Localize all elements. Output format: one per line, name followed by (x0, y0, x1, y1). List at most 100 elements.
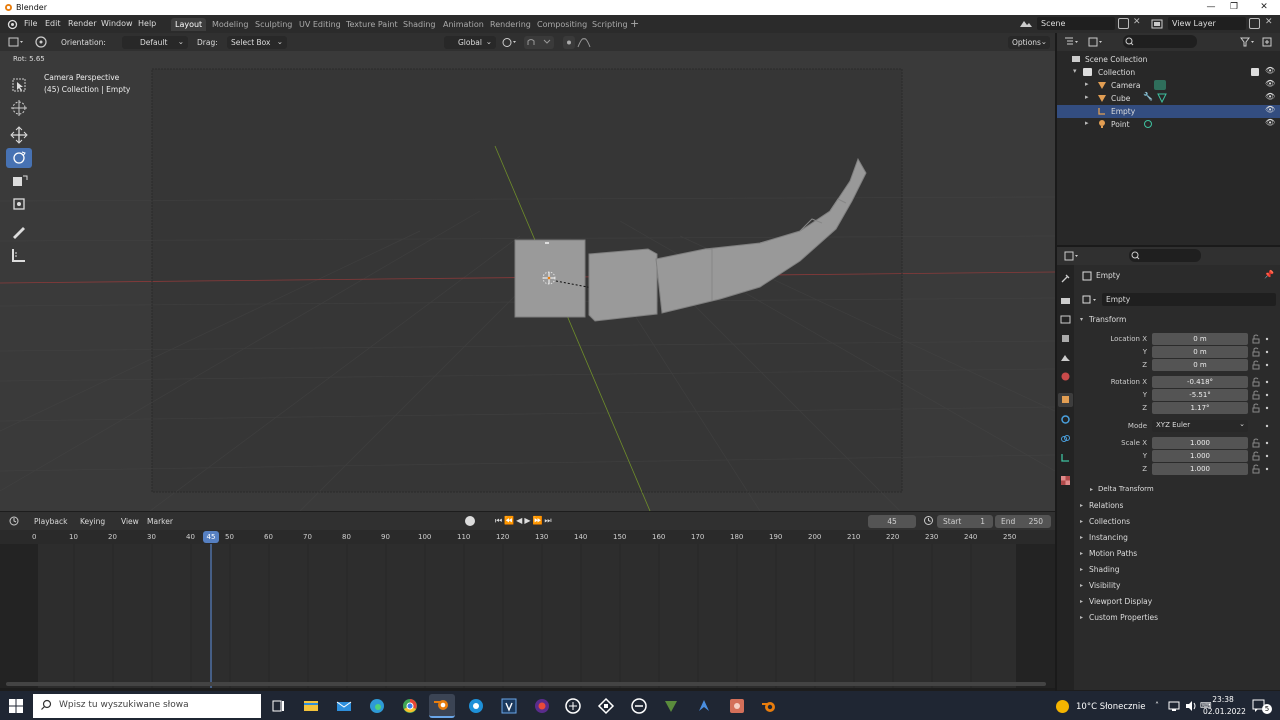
properties-editor-icon[interactable] (1063, 250, 1081, 262)
expand-arrow-icon[interactable]: ▸ (1085, 80, 1089, 88)
timeline-ruler[interactable]: 0 10 20 30 40 45 50 60 70 80 90 100 110 … (0, 530, 1055, 544)
tab-layout[interactable]: Layout (171, 18, 207, 31)
filter-icon[interactable] (1239, 36, 1255, 48)
close-button[interactable]: ✕ (1258, 2, 1270, 13)
transform-tool[interactable] (6, 194, 32, 214)
scene-selector[interactable]: Scene (1037, 17, 1115, 30)
visual-studio-icon[interactable] (500, 697, 518, 715)
expand-arrow-icon[interactable]: ▸ (1080, 550, 1083, 557)
modifier-wrench-icon[interactable]: 🔧 (1143, 92, 1153, 101)
transform-orientation-dropdown[interactable]: Global ⌄ (444, 36, 496, 49)
clock-icon[interactable] (923, 515, 934, 526)
orientation-dropdown[interactable]: Default ⌄ (122, 36, 188, 49)
texture-tab-icon[interactable] (1060, 475, 1071, 486)
new-collection-icon[interactable] (1261, 36, 1273, 48)
tab-sculpting[interactable]: Sculpting (251, 18, 296, 31)
rotation-mode-dropdown[interactable]: XYZ Euler ⌄ (1152, 420, 1248, 432)
render-tab-icon[interactable] (1060, 295, 1071, 306)
tab-rendering[interactable]: Rendering (486, 18, 535, 31)
record-button[interactable] (465, 516, 475, 526)
tab-uv-editing[interactable]: UV Editing (295, 18, 345, 31)
menu-file[interactable]: File (24, 19, 37, 28)
delta-transform-panel[interactable]: Delta Transform (1098, 485, 1154, 493)
menu-render[interactable]: Render (68, 19, 96, 28)
properties-search-input[interactable] (1129, 249, 1201, 262)
outliner-editor-icon[interactable] (1063, 36, 1081, 48)
viewport-display-panel[interactable]: Viewport Display (1089, 597, 1152, 606)
select-box-tool[interactable] (6, 75, 32, 95)
new-view-layer-icon[interactable] (1249, 18, 1260, 29)
menu-edit[interactable]: Edit (45, 19, 61, 28)
rotation-y-field[interactable]: -5.51° (1152, 389, 1248, 401)
object-tab-icon[interactable] (1058, 393, 1073, 407)
location-y-field[interactable]: 0 m (1152, 346, 1248, 358)
expand-arrow-icon[interactable]: ▸ (1080, 502, 1083, 509)
outliner-item-cube[interactable]: ▸ Cube 🔧 👁 (1057, 92, 1280, 105)
falloff-curve-icon[interactable] (577, 37, 591, 48)
location-x-field[interactable]: 0 m (1152, 333, 1248, 345)
tab-scripting[interactable]: Scripting (588, 18, 632, 31)
scene-tab-icon[interactable] (1060, 352, 1071, 363)
expand-arrow-icon[interactable]: ▸ (1080, 582, 1083, 589)
weather-sun-icon[interactable] (1056, 700, 1069, 713)
camera-data-icon[interactable] (1154, 80, 1166, 90)
motion-paths-panel[interactable]: Motion Paths (1089, 549, 1137, 558)
drag-dropdown[interactable]: Select Box ⌄ (227, 36, 287, 49)
expand-arrow-icon[interactable]: ▾ (1073, 67, 1077, 75)
outliner-item-empty[interactable]: Empty 👁 (1057, 105, 1280, 118)
app-icon[interactable] (564, 697, 582, 715)
start-frame-field[interactable]: Start 1 (937, 515, 993, 528)
transform-panel-title[interactable]: Transform (1089, 315, 1126, 324)
tab-texture-paint[interactable]: Texture Paint (342, 18, 402, 31)
collections-panel[interactable]: Collections (1089, 517, 1130, 526)
playback-controls[interactable]: ⏮⏪◀▶⏩⏭ (495, 516, 554, 526)
blender-taskbar-icon[interactable] (429, 694, 455, 718)
instancing-panel[interactable]: Instancing (1089, 533, 1128, 542)
windows-start-icon[interactable] (9, 699, 23, 713)
scale-z-field[interactable]: 1.000 (1152, 463, 1248, 475)
edge-browser-icon[interactable] (368, 697, 386, 715)
task-view-icon[interactable] (269, 697, 287, 715)
eye-icon[interactable]: 👁 (1265, 79, 1275, 88)
view-layer-tab-icon[interactable] (1060, 333, 1071, 344)
menu-window[interactable]: Window (101, 19, 133, 28)
custom-properties-panel[interactable]: Custom Properties (1089, 613, 1158, 622)
include-checkbox[interactable] (1251, 68, 1259, 76)
tool-tab-icon[interactable] (1060, 273, 1071, 284)
volume-icon[interactable] (1185, 700, 1197, 712)
clock-time[interactable]: 23:38 (1208, 695, 1238, 704)
add-workspace-button[interactable]: + (630, 17, 639, 30)
visibility-panel[interactable]: Visibility (1089, 581, 1120, 590)
expand-arrow-icon[interactable]: ▸ (1080, 566, 1083, 573)
file-explorer-icon[interactable] (302, 697, 320, 715)
expand-arrow-icon[interactable]: ▸ (1090, 486, 1093, 493)
tab-shading[interactable]: Shading (399, 18, 440, 31)
3d-viewport[interactable]: Rot: 5.65 Camera Perspective (45) Collec… (0, 51, 1055, 511)
scene-icon[interactable] (1018, 18, 1034, 30)
measure-tool[interactable] (6, 245, 32, 265)
outliner-item-camera[interactable]: ▸ Camera 👁 (1057, 79, 1280, 92)
menu-help[interactable]: Help (138, 19, 156, 28)
cursor-tool[interactable] (6, 98, 32, 118)
proportional-edit-icon[interactable] (563, 36, 575, 49)
object-name-field[interactable]: Empty (1102, 293, 1276, 306)
expand-arrow-icon[interactable]: ▸ (1085, 93, 1089, 101)
blender-menu-icon[interactable] (6, 18, 18, 30)
shading-panel[interactable]: Shading (1089, 565, 1119, 574)
mesh-data-icon[interactable] (1157, 93, 1167, 104)
tab-compositing[interactable]: Compositing (533, 18, 591, 31)
expand-arrow-icon[interactable]: ▸ (1080, 518, 1083, 525)
app-icon[interactable] (467, 697, 485, 715)
app-icon[interactable] (630, 697, 648, 715)
mail-icon[interactable] (335, 697, 353, 715)
app-icon[interactable] (728, 697, 746, 715)
timeline-area[interactable] (0, 544, 1055, 688)
outliner-search-input[interactable] (1123, 35, 1197, 48)
expand-arrow-icon[interactable]: ▸ (1080, 614, 1083, 621)
app-icon[interactable] (662, 697, 680, 715)
output-tab-icon[interactable] (1060, 314, 1071, 325)
rotation-z-field[interactable]: 1.17° (1152, 402, 1248, 414)
maximize-button[interactable]: ❐ (1228, 2, 1240, 13)
object-type-icon[interactable] (1082, 294, 1100, 306)
menu-view[interactable]: View (121, 517, 139, 526)
